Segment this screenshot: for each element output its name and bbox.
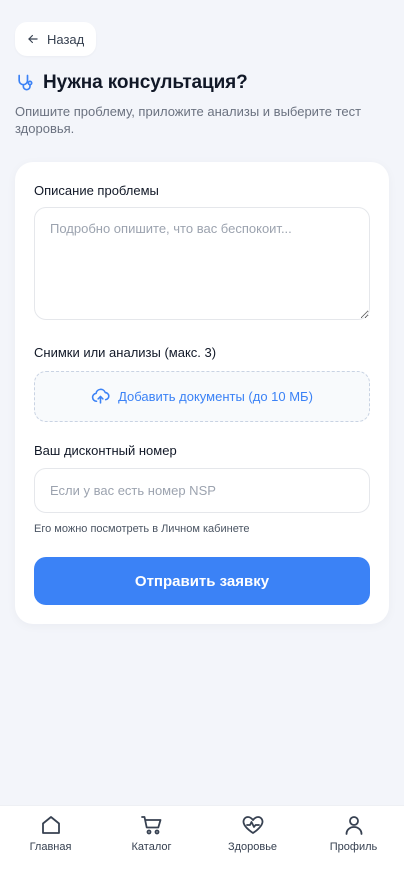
nav-item-health[interactable]: Здоровье [202,806,303,876]
cart-icon [140,816,161,835]
nav-label-catalog: Каталог [131,841,172,853]
back-button[interactable]: Назад [15,22,97,56]
upload-documents-label: Добавить документы (до 10 МБ) [118,389,313,404]
heart-pulse-icon [242,816,263,834]
home-icon [41,816,60,834]
discount-number-input[interactable] [34,468,370,513]
upload-documents-button[interactable]: Добавить документы (до 10 МБ) [34,371,370,422]
nav-label-health: Здоровье [227,841,278,853]
submit-button[interactable]: Отправить заявку [34,557,370,605]
page-title: Нужна консультация? [43,72,248,93]
back-button-label: Назад [47,31,85,47]
consultation-form: Описание проблемы Снимки или анализы (ма… [15,162,389,624]
bottom-navigation: Главная Каталог Здоровье Профиль [0,805,404,876]
page-subtitle: Опишите проблему, приложите анализы и вы… [15,104,362,136]
discount-hint: Его можно посмотреть в Личном кабинете [34,523,250,535]
nav-item-catalog[interactable]: Каталог [101,806,202,876]
nav-item-home[interactable]: Главная [0,806,101,876]
discount-label: Ваш дисконтный номер [34,443,177,458]
description-textarea[interactable] [34,207,370,320]
nav-label-home: Главная [29,841,72,853]
page-header: Нужна консультация? [15,72,248,94]
arrow-left-icon [28,34,38,44]
cloud-upload-icon [91,388,110,404]
nav-item-profile[interactable]: Профиль [303,806,404,876]
attachments-label: Снимки или анализы (макс. 3) [34,345,217,360]
description-label: Описание проблемы [34,183,159,198]
stethoscope-icon [18,74,33,91]
nav-label-profile: Профиль [329,841,378,853]
user-icon [345,816,362,835]
